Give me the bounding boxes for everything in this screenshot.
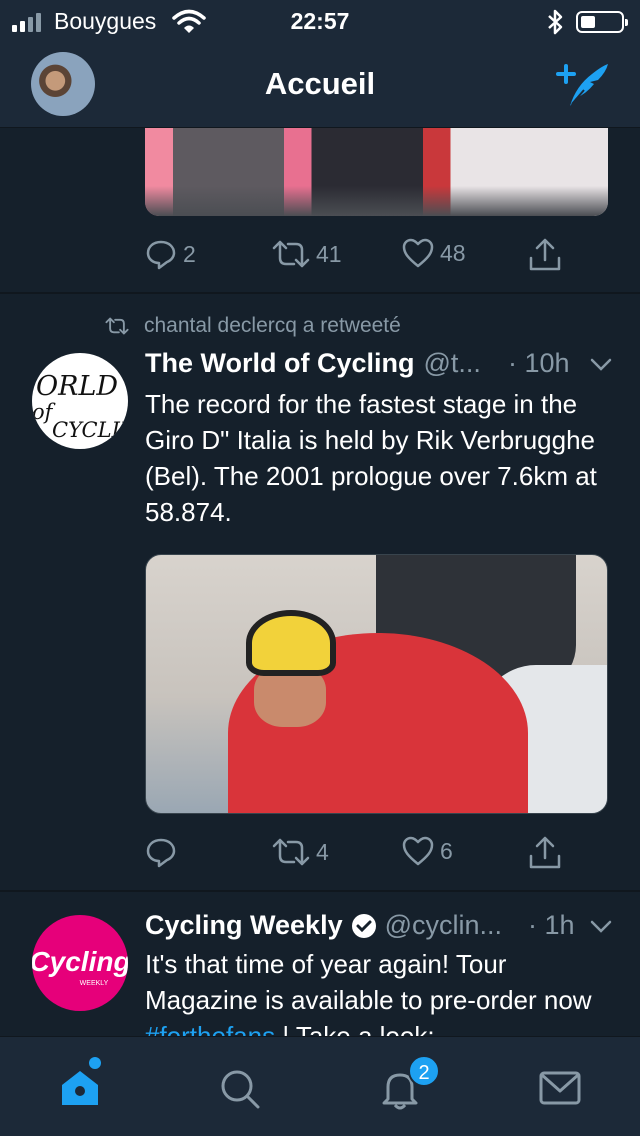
reply-button[interactable] <box>145 836 183 868</box>
compose-tweet-icon[interactable] <box>554 60 612 110</box>
heart-icon <box>402 238 434 268</box>
like-button[interactable]: 48 <box>402 238 466 268</box>
bluetooth-icon <box>548 9 563 35</box>
home-icon[interactable] <box>58 1065 102 1109</box>
hashtag-link[interactable]: #forthefans <box>145 1021 275 1036</box>
clock: 22:57 <box>290 8 350 34</box>
tweet-divider <box>0 890 640 892</box>
tweet-time: · 1h <box>528 910 575 940</box>
tweet-media-image[interactable] <box>145 554 608 814</box>
author-avatar[interactable]: Cycling WEEKLY <box>32 915 128 1011</box>
svg-text:WEEKLY: WEEKLY <box>80 980 109 987</box>
status-bar: Bouygues 22:57 <box>0 0 640 42</box>
share-icon <box>529 836 561 869</box>
share-button[interactable] <box>528 238 562 272</box>
tweet-text-part: It's that time of year again! Tour Magaz… <box>145 949 592 1015</box>
svg-text:Cycling: Cycling <box>32 946 128 977</box>
author-name[interactable]: Cycling Weekly <box>145 910 343 941</box>
reply-icon <box>146 240 176 270</box>
svg-text:CYCLIN: CYCLIN <box>52 418 128 442</box>
retweet-icon <box>272 838 310 866</box>
reply-button[interactable]: 2 <box>145 238 196 270</box>
retweet-button[interactable]: 41 <box>272 238 342 270</box>
tweet-text: It's that time of year again! Tour Magaz… <box>145 946 610 1036</box>
cycling-weekly-logo: Cycling WEEKLY <box>32 946 128 987</box>
reply-icon <box>146 838 176 868</box>
share-icon <box>529 238 561 271</box>
notifications-badge: 2 <box>408 1055 440 1087</box>
retweet-context: chantal declercq a retweeté <box>104 314 401 338</box>
page-title: Accueil <box>264 66 376 101</box>
like-button[interactable]: 6 <box>402 836 453 866</box>
search-icon[interactable] <box>218 1067 262 1111</box>
home-unread-dot <box>89 1057 101 1069</box>
retweet-count: 41 <box>316 240 342 267</box>
tweet-header: Cycling Weekly @cyclin... · 1h <box>145 910 615 941</box>
world-of-cycling-logo: ORLD of CYCLIN <box>32 371 128 442</box>
tweet-time: · 10h <box>508 348 570 378</box>
tweet-text-part: | Take a look: <box>275 1021 435 1036</box>
like-count: 6 <box>440 837 453 864</box>
reply-count: 2 <box>183 240 196 267</box>
tab-bar: 2 <box>0 1036 640 1136</box>
author-handle[interactable]: @t... <box>424 348 481 379</box>
top-nav: Accueil <box>0 42 640 128</box>
battery-icon <box>576 11 628 33</box>
like-count: 48 <box>440 239 466 266</box>
share-button[interactable] <box>528 836 562 870</box>
timeline[interactable]: 2 41 48 chantal declercq a retweeté ORLD… <box>0 128 640 1036</box>
mail-icon[interactable] <box>538 1069 582 1109</box>
retweet-icon <box>272 240 310 268</box>
heart-icon <box>402 836 434 866</box>
chevron-down-icon[interactable] <box>589 356 613 372</box>
tweet-divider <box>0 292 640 294</box>
retweet-count: 4 <box>316 838 329 865</box>
author-avatar[interactable]: ORLD of CYCLIN <box>32 353 128 449</box>
svg-text:ORLD: ORLD <box>36 371 118 402</box>
verified-badge-icon <box>351 913 376 938</box>
chevron-down-icon[interactable] <box>589 918 613 934</box>
retweet-button[interactable]: 4 <box>272 836 329 868</box>
author-name[interactable]: The World of Cycling <box>145 348 415 379</box>
tweet-header: The World of Cycling @t... · 10h <box>145 348 615 379</box>
tweet-text: The record for the fastest stage in the … <box>145 389 597 527</box>
retweet-context-icon <box>105 317 129 335</box>
tweet-media-image[interactable] <box>145 128 608 216</box>
retweet-context-text: chantal declercq a retweeté <box>144 314 401 337</box>
author-handle[interactable]: @cyclin... <box>385 910 502 941</box>
